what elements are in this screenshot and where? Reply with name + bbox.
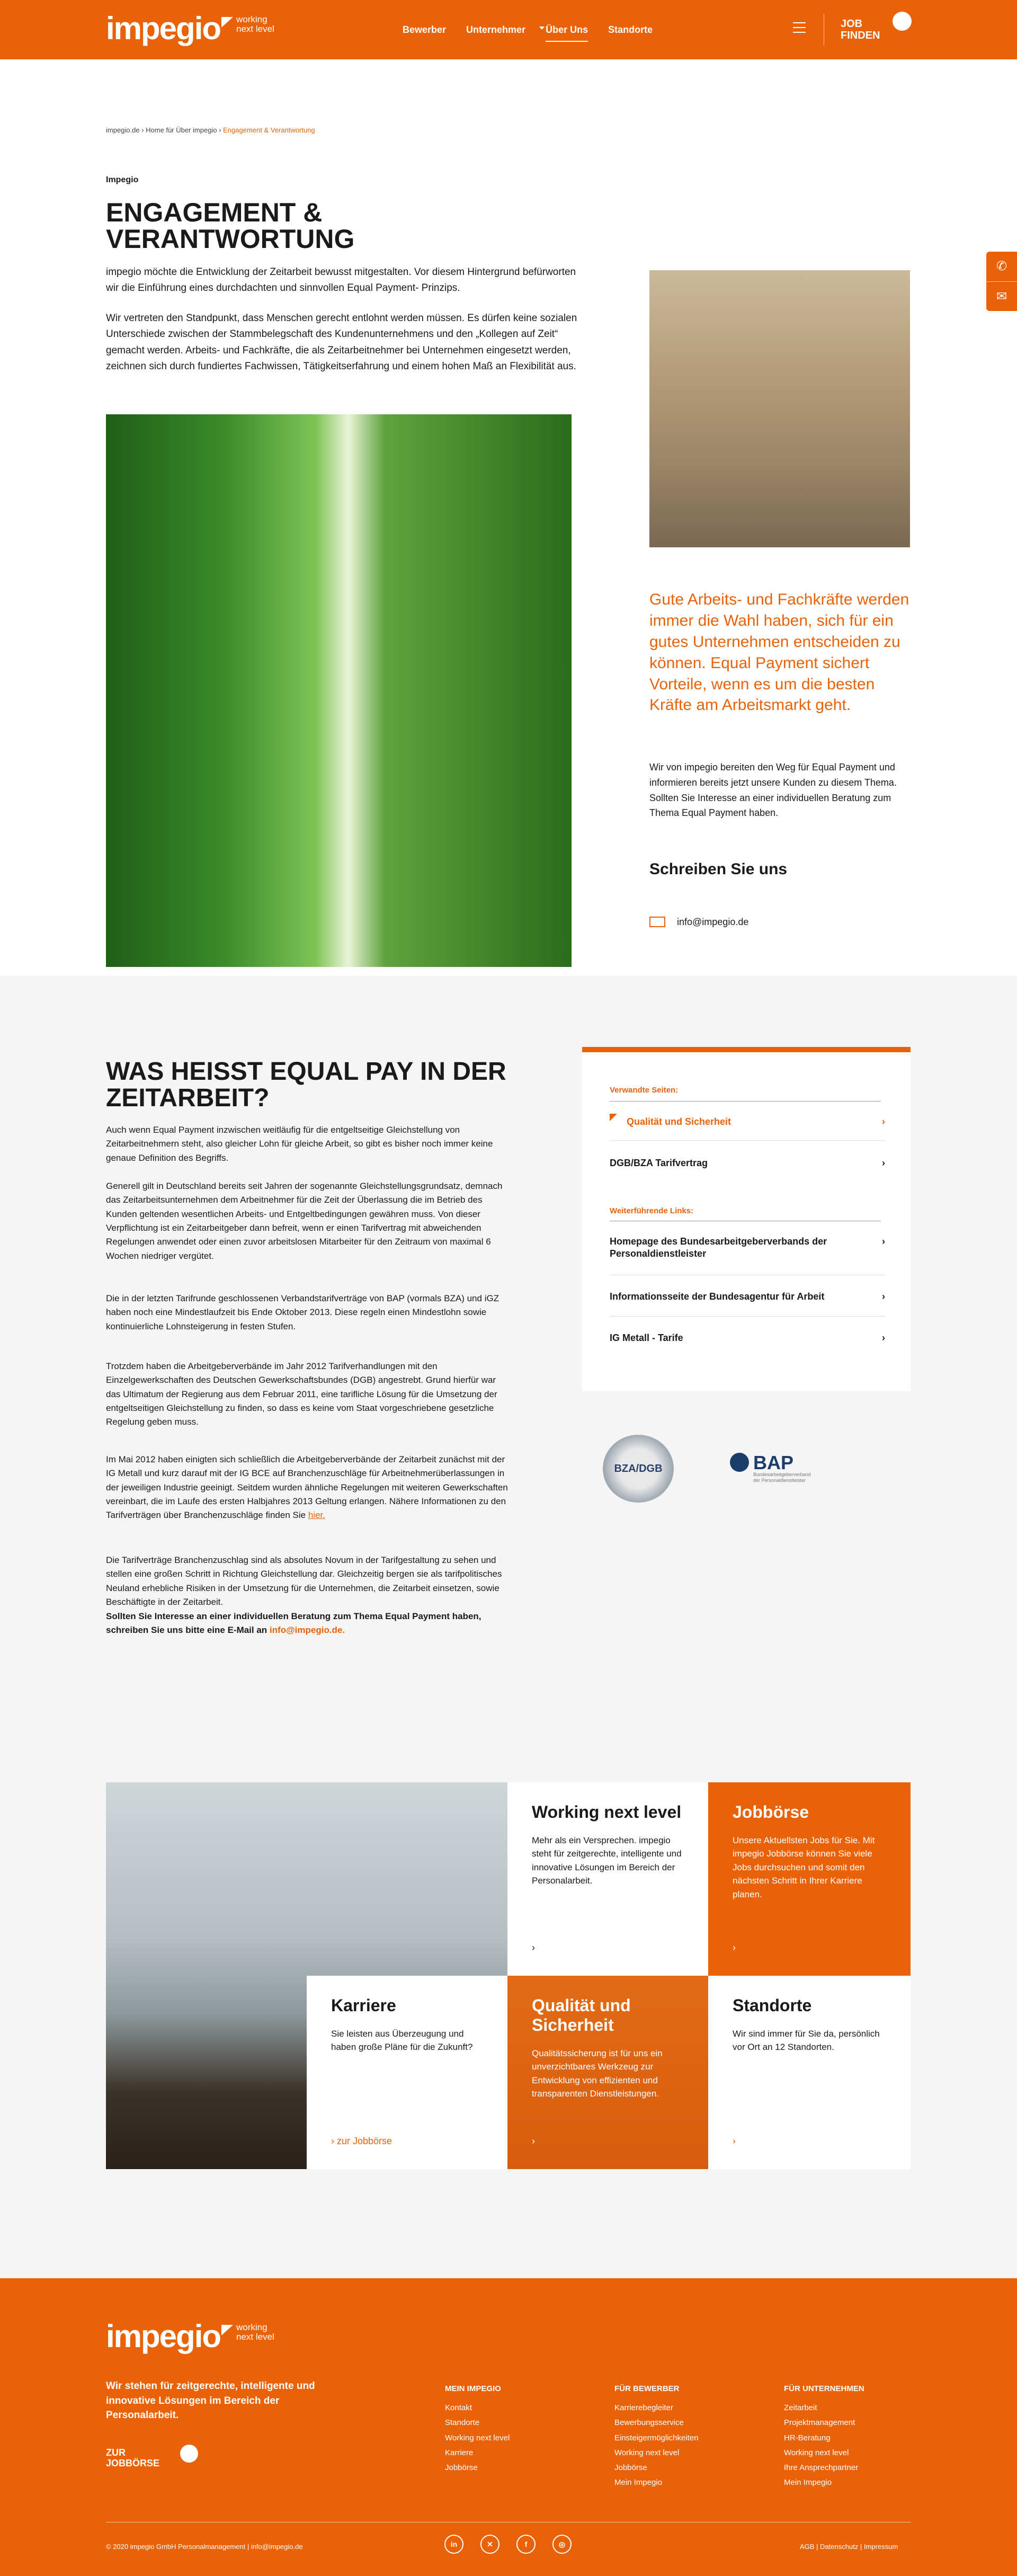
paragraph: Auch wenn Equal Payment inzwischen weitl… [106,1125,493,1163]
logo-mark-icon [221,2325,234,2335]
linkedin-icon[interactable]: in [444,2535,463,2554]
greenhouse-worker-image [106,414,572,967]
search-icon[interactable] [180,2445,198,2463]
teaser-section: Karriere Sie leisten aus Überzeugung und… [0,1712,1017,2278]
delivery-van-image [649,270,910,547]
chevron-right-icon[interactable]: › [532,2134,535,2149]
chevron-right-icon[interactable]: › [532,1940,535,1956]
tile-working-next-level[interactable]: Working next level Mehr als ein Versprec… [507,1782,708,1976]
links-box: Verwandte Seiten: Qualität und Sicherhei… [582,1047,911,1391]
chevron-right-icon: › [882,1116,885,1127]
footer-col-unternehmen: FÜR UNTERNEHMEN Zeitarbeit Projektmanage… [784,2384,864,2488]
paragraph: Die in der letzten Tarifrunde geschlosse… [106,1293,499,1331]
tile-jobboerse[interactable]: Jobbörse Unsere Aktuellsten Jobs für Sie… [708,1782,911,1976]
equal-pay-title: WAS HEIßT EQUAL PAY IN DER ZEITARBEIT? [106,1058,506,1113]
chevron-right-icon: › [882,1158,885,1168]
chevron-right-icon[interactable]: › [733,1940,736,1956]
xing-icon[interactable]: ✕ [480,2535,499,2554]
nav-bewerber[interactable]: Bewerber [403,22,446,42]
site-header: impegio working next level Bewerber Unter… [0,0,1017,59]
email-link[interactable]: info@impegio.de [649,914,748,930]
breadcrumb: impegio.de › Home für Über impegio › Eng… [106,126,315,134]
bap-logo: BAP Bundesarbeitgeberverband der Persona… [730,1447,825,1490]
nav-standorte[interactable]: Standorte [608,22,653,42]
quote-paragraph: Wir von impegio bereiten den Weg für Equ… [649,762,897,819]
footer-claim: Wir stehen für zeitgerechte, intelligent… [106,2380,315,2421]
footer-col-bewerber: FÜR BEWERBER Karrierebegleiter Bewerbung… [614,2384,699,2488]
instagram-icon[interactable]: ◎ [552,2535,572,2554]
link-ig-metall[interactable]: IG Metall - Tarife › [610,1332,885,1344]
paragraph: Generell gilt in Deutschland bereits sei… [106,1181,503,1261]
tile-karriere[interactable]: Karriere Sie leisten aus Überzeugung und… [307,1976,507,2169]
site-footer: impegio working next level Wir stehen für… [0,2278,1017,2576]
chevron-right-icon[interactable]: › [733,2134,736,2149]
menu-icon[interactable] [793,22,806,33]
tile-standorte[interactable]: Standorte Wir sind immer für Sie da, per… [708,1976,911,2169]
hier-link[interactable]: hier. [308,1510,325,1520]
paragraph: Im Mai 2012 haben einigten sich schließl… [106,1454,508,1521]
footer-jobboerse-link[interactable]: ZUR JOBBÖRSE [106,2447,159,2469]
cta-paragraph: Sollten Sie Interesse an einer individue… [106,1611,481,1636]
intro-paragraph: Wir vertreten den Standpunkt, dass Mensc… [106,313,577,372]
link-bap-homepage[interactable]: Homepage des Bundesarbeitgeberverbands d… [610,1236,885,1260]
search-icon[interactable] [893,12,912,31]
link-qualitaet[interactable]: Qualität und Sicherheit › [610,1113,885,1128]
quote: Gute Arbeits- und Fachkräfte werden imme… [649,591,909,714]
logo[interactable]: impegio working next level [106,13,274,45]
social-links: in ✕ f ◎ [444,2535,572,2554]
chevron-right-icon: › [882,1236,885,1247]
logo-mark-icon [221,17,234,28]
footer-logo[interactable]: impegio working next level [106,2321,274,2352]
main-nav: Bewerber Unternehmer Über Uns Standorte [403,22,653,42]
copyright: © 2020 impegio GmbH Personalmanagement |… [106,2543,303,2551]
intro-paragraph: impegio möchte die Entwicklung der Zeita… [106,267,576,294]
job-finden-button[interactable]: JOB FINDEN [841,18,880,41]
nav-ueber-uns[interactable]: Über Uns [539,22,588,42]
facebook-icon[interactable]: f [516,2535,536,2554]
nav-unternehmer[interactable]: Unternehmer [466,22,525,42]
paragraph: Trotzdem haben die Arbeitgeberverbände i… [106,1361,497,1427]
paragraph: Die Tarifverträge Branchenzuschlag sind … [106,1555,502,1607]
section-label: Impegio [106,175,139,184]
footer-col-mein-impegio: MEIN IMPEGIO Kontakt Standorte Working n… [445,2384,510,2472]
cta-email-link[interactable]: info@impegio.de. [270,1625,345,1635]
intro-section: impegio.de › Home für Über impegio › Eng… [0,59,1017,976]
envelope-icon [649,917,665,928]
page-title: ENGAGEMENT & VERANTWORTUNG [106,198,355,254]
bza-dgb-logo: BZA/DGB [603,1435,674,1503]
link-bundesagentur[interactable]: Informationsseite der Bundesagentur für … [610,1291,885,1303]
zur-jobboerse-link[interactable]: › zur Jobbörse [331,2134,392,2149]
tile-qualitaet[interactable]: Qualität und Sicherheit Qualitätssicheru… [507,1976,708,2169]
write-us-heading: Schreiben Sie uns [649,860,788,878]
equal-pay-section: WAS HEIßT EQUAL PAY IN DER ZEITARBEIT? A… [0,976,1017,1712]
link-dgb-bza[interactable]: DGB/BZA Tarifvertrag › [610,1157,885,1169]
chevron-right-icon: › [882,1333,885,1343]
legal-links[interactable]: AGB | Datenschutz | Impressum [800,2542,898,2553]
chevron-right-icon: › [882,1291,885,1302]
